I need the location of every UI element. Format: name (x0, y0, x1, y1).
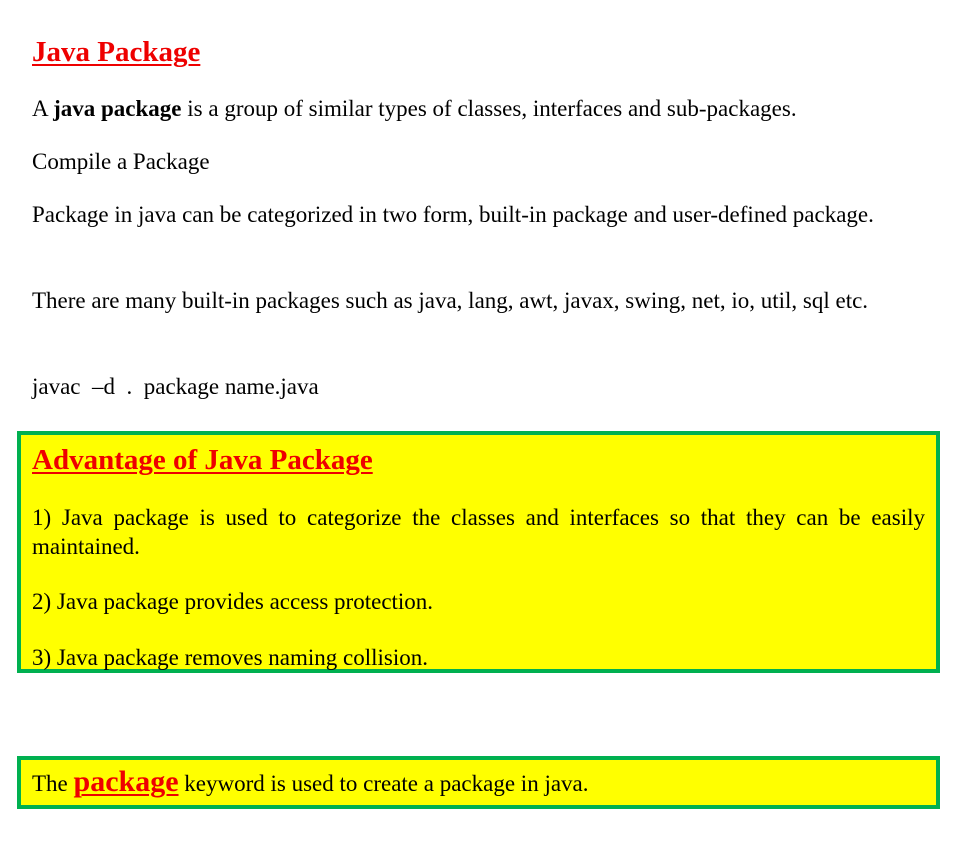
page-title: Java Package (32, 36, 201, 68)
categories-paragraph: Package in java can be categorized in tw… (32, 202, 874, 227)
document-page: Java Package A java package is a group o… (0, 0, 963, 860)
package-keyword: package (73, 765, 179, 798)
advantage-item: 3) Java package removes naming collision… (32, 645, 428, 670)
builtin-packages-paragraph: There are many built-in packages such as… (32, 288, 869, 313)
keyword-note-suffix: keyword is used to create a package in j… (178, 771, 589, 796)
command-target: package name.java (143, 374, 319, 399)
command-flag: –d (92, 374, 116, 399)
intro-paragraph: A java package is a group of similar typ… (32, 93, 912, 125)
compile-command: javac –d . package name.java (32, 371, 912, 403)
keyword-note-prefix: The (32, 771, 74, 796)
command-javac: javac (32, 374, 81, 399)
advantages-box: Advantage of Java Package 1) Java packag… (17, 431, 940, 673)
compile-heading: Compile a Package (32, 149, 210, 174)
intro-suffix: is a group of similar types of classes, … (181, 96, 797, 121)
intro-bold-term: java package (53, 96, 182, 121)
advantage-item: 2) Java package provides access protecti… (32, 589, 434, 614)
advantage-item: 1) Java package is used to categorize th… (32, 505, 925, 559)
advantages-heading: Advantage of Java Package (32, 444, 373, 476)
intro-prefix: A (32, 96, 54, 121)
keyword-note: The package keyword is used to create a … (32, 764, 589, 802)
keyword-note-box: The package keyword is used to create a … (17, 756, 940, 809)
